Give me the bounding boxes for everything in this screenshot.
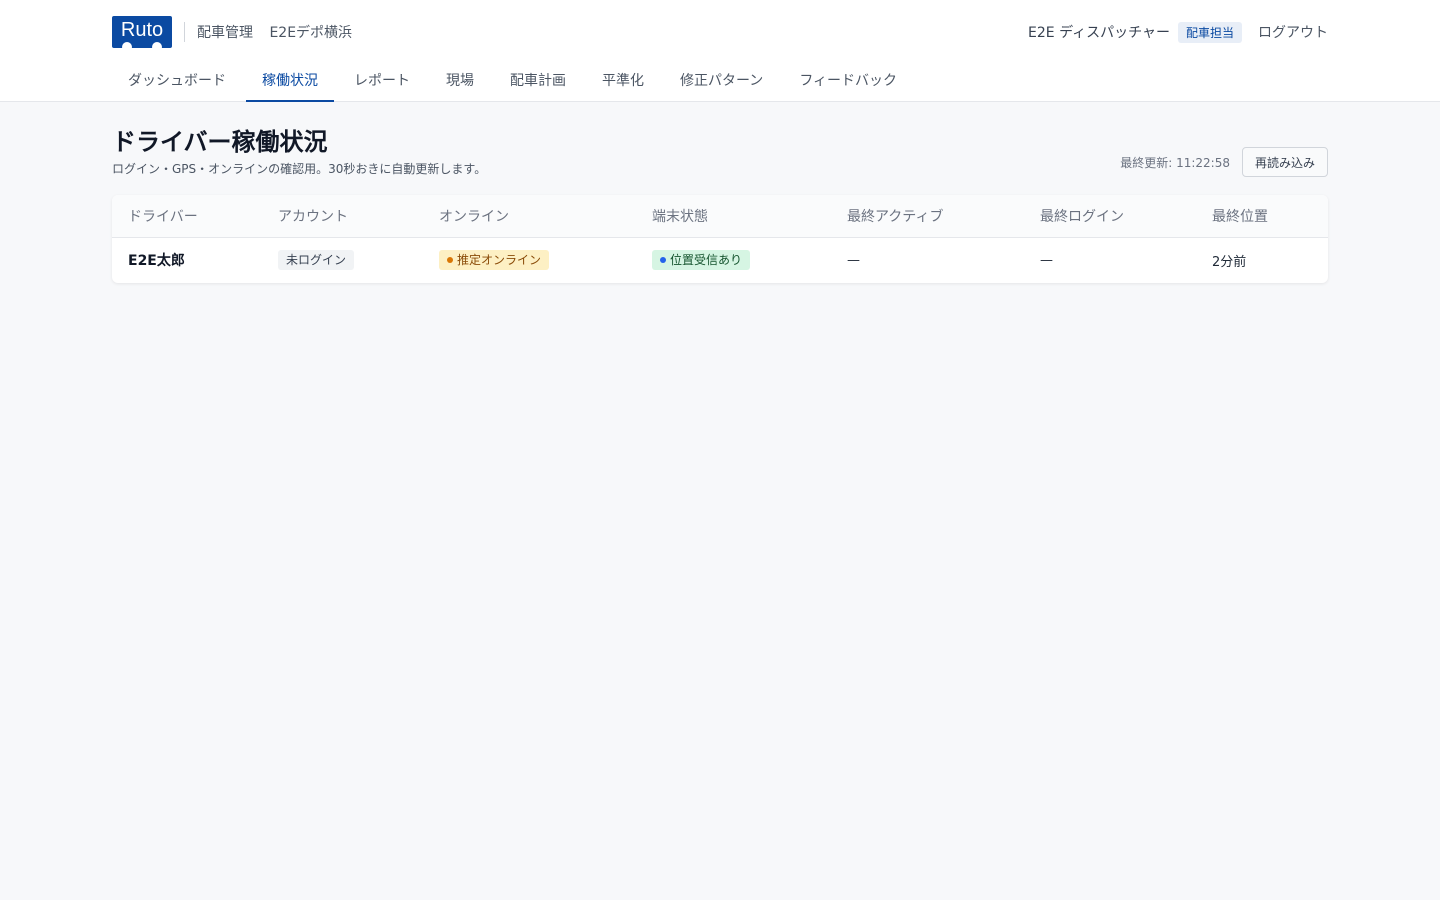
- nav-tab-leveling[interactable]: 平準化: [586, 64, 660, 102]
- last-login-cell: —: [1040, 252, 1053, 268]
- nav-tab-operation-status[interactable]: 稼働状況: [246, 64, 334, 102]
- nav-tab-feedback[interactable]: フィードバック: [783, 64, 913, 102]
- page-subtitle: ログイン・GPS・オンラインの確認用。30秒おきに自動更新します。: [112, 162, 487, 176]
- logo-wheel-right: [152, 42, 162, 52]
- main-nav: ダッシュボード 稼働状況 レポート 現場 配車計画 平準化 修正パターン フィー…: [112, 64, 917, 102]
- online-status-badge: 推定オンライン: [439, 250, 550, 271]
- header-divider: [184, 22, 185, 42]
- column-header-account: アカウント: [262, 195, 423, 238]
- header-row: Ruto 配車管理 E2Eデポ横浜 E2E ディスパッチャー 配車担当 ログアウ…: [112, 16, 1328, 52]
- column-header-online: オンライン: [423, 195, 636, 238]
- section-name: 配車管理: [197, 25, 253, 41]
- device-status-badge: 位置受信あり: [652, 250, 751, 271]
- device-dot-icon: [660, 257, 666, 264]
- driver-status-table: ドライバー アカウント オンライン 端末状態 最終アクティブ 最終ログイン 最終…: [112, 195, 1328, 283]
- app-logo[interactable]: Ruto: [112, 16, 172, 52]
- refresh-area: 最終更新: 11:22:58 再読み込み: [1120, 147, 1328, 177]
- page-title: ドライバー稼働状況: [112, 128, 328, 156]
- column-header-last-location: 最終位置: [1196, 195, 1328, 238]
- logo-text: Ruto: [120, 19, 164, 41]
- nav-tab-dashboard[interactable]: ダッシュボード: [112, 64, 242, 102]
- breadcrumb: 配車管理 E2Eデポ横浜: [197, 22, 364, 42]
- title-block: ドライバー稼働状況 ログイン・GPS・オンラインの確認用。30秒おきに自動更新し…: [112, 126, 486, 177]
- last-updated-time: 最終更新: 11:22:58: [1120, 155, 1230, 170]
- account-status-badge: 未ログイン: [278, 250, 355, 271]
- nav-tab-correction-patterns[interactable]: 修正パターン: [664, 64, 779, 102]
- nav-tab-reports[interactable]: レポート: [338, 64, 426, 102]
- online-dot-icon: [447, 257, 453, 264]
- device-status-label: 位置受信あり: [670, 253, 743, 268]
- device-cell: 位置受信あり: [636, 237, 831, 283]
- column-header-last-active: 最終アクティブ: [831, 195, 1024, 238]
- table-header-row: ドライバー アカウント オンライン 端末状態 最終アクティブ 最終ログイン 最終…: [112, 195, 1328, 238]
- column-header-device: 端末状態: [636, 195, 831, 238]
- reload-button[interactable]: 再読み込み: [1241, 147, 1328, 177]
- driver-status-table-card: ドライバー アカウント オンライン 端末状態 最終アクティブ 最終ログイン 最終…: [112, 195, 1328, 283]
- logout-link[interactable]: ログアウト: [1258, 22, 1328, 42]
- depot-name: E2Eデポ横浜: [269, 25, 353, 41]
- table-row[interactable]: E2E太郎 未ログイン 推定オンライン 位置受信あり — — 2分前: [112, 237, 1328, 283]
- logo-wheel-left: [122, 42, 132, 52]
- nav-tab-sites[interactable]: 現場: [430, 64, 490, 102]
- online-status-label: 推定オンライン: [457, 253, 542, 268]
- last-active-cell: —: [847, 252, 860, 268]
- page-header: ドライバー稼働状況 ログイン・GPS・オンラインの確認用。30秒おきに自動更新し…: [112, 126, 1328, 177]
- driver-name: E2E太郎: [128, 253, 185, 270]
- account-cell: 未ログイン: [262, 237, 423, 283]
- last-location-cell: 2分前: [1212, 254, 1247, 270]
- online-cell: 推定オンライン: [423, 237, 636, 283]
- user-area: E2E ディスパッチャー 配車担当 ログアウト: [1028, 21, 1328, 43]
- nav-tab-dispatch-plan[interactable]: 配車計画: [494, 64, 582, 102]
- role-badge: 配車担当: [1177, 21, 1242, 43]
- user-name: E2E ディスパッチャー: [1028, 25, 1170, 41]
- column-header-last-login: 最終ログイン: [1024, 195, 1196, 238]
- main-content: ドライバー稼働状況 ログイン・GPS・オンラインの確認用。30秒おきに自動更新し…: [112, 126, 1328, 283]
- column-header-driver: ドライバー: [112, 195, 262, 238]
- top-header: Ruto 配車管理 E2Eデポ横浜 E2E ディスパッチャー 配車担当 ログアウ…: [0, 0, 1440, 102]
